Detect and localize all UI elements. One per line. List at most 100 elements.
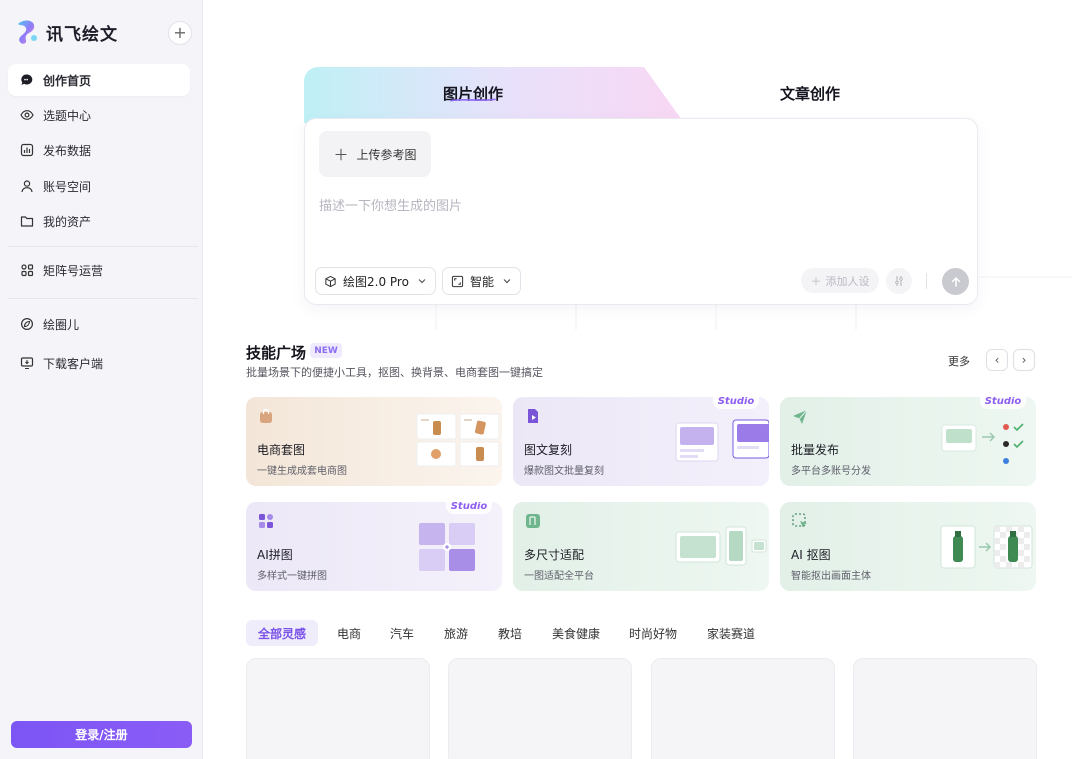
chat-bubble-icon xyxy=(20,73,34,87)
brand-name: 讯飞绘文 xyxy=(46,24,118,45)
circle-leaf-icon xyxy=(20,317,34,331)
ratio-label: 智能 xyxy=(470,274,495,289)
skill-card-batch-publish[interactable]: Studio 批量发布 多平台多账号分发 xyxy=(780,397,1036,486)
card-description: 多样式一键拼图 xyxy=(257,571,327,582)
sidebar-item-label: 账号空间 xyxy=(43,179,92,194)
toolbar-divider xyxy=(926,273,927,289)
sidebar-item-publish-data[interactable]: 发布数据 xyxy=(8,134,190,166)
chevron-down-icon xyxy=(418,279,426,284)
shopping-bag-icon xyxy=(260,408,272,423)
category-ecommerce[interactable]: 电商 xyxy=(325,620,373,646)
new-badge: NEW xyxy=(310,343,342,358)
category-home-decor[interactable]: 家装赛道 xyxy=(695,620,767,646)
send-button[interactable] xyxy=(942,268,969,295)
sidebar-item-my-assets[interactable]: 我的资产 xyxy=(8,205,190,237)
sidebar-item-label: 我的资产 xyxy=(43,214,92,229)
card-title: 批量发布 xyxy=(791,443,840,457)
folder-icon xyxy=(20,214,34,228)
inspiration-card[interactable] xyxy=(246,658,430,759)
brand[interactable]: 讯飞绘文 xyxy=(14,16,118,48)
skill-card-ai-cutout[interactable]: AI 抠图 智能抠出画面主体 xyxy=(780,502,1036,591)
sidebar-divider xyxy=(8,298,198,299)
prev-page-button[interactable]: ‹ xyxy=(986,349,1008,371)
document-play-icon xyxy=(528,409,538,423)
more-link[interactable]: 更多 xyxy=(948,353,970,369)
inspiration-card[interactable] xyxy=(853,658,1037,759)
card-description: 一图适配全平台 xyxy=(524,571,594,582)
category-food-health[interactable]: 美食健康 xyxy=(540,620,612,646)
category-all[interactable]: 全部灵感 xyxy=(246,620,319,646)
ai-collage-illustration xyxy=(419,523,475,571)
ai-cutout-illustration xyxy=(940,525,1033,569)
upload-reference-button[interactable]: ＋ 上传参考图 xyxy=(319,131,431,177)
sidebar-item-huiquan[interactable]: 绘圈儿 xyxy=(8,308,190,340)
sidebar-item-account-space[interactable]: 账号空间 xyxy=(8,170,190,202)
paper-plane-icon xyxy=(793,409,808,424)
grid-four-icon xyxy=(259,514,273,528)
card-description: 一键生成成套电商图 xyxy=(257,466,347,477)
card-title: 电商套图 xyxy=(257,443,306,457)
sidebar-item-topics[interactable]: 选题中心 xyxy=(8,99,190,131)
skill-card-multi-size[interactable]: 多尺寸适配 一图适配全平台 xyxy=(513,502,769,591)
ecommerce-set-illustration xyxy=(416,413,500,467)
arrow-up-icon xyxy=(951,276,960,287)
select-cursor-icon xyxy=(792,513,807,528)
studio-badge: Studio xyxy=(980,397,1026,409)
sidebar-item-label: 选题中心 xyxy=(43,108,92,123)
add-persona-button[interactable]: ＋ 添加人设 xyxy=(801,268,879,293)
skill-card-ecommerce-set[interactable]: 电商套图 一键生成成套电商图 xyxy=(246,397,502,486)
inspiration-card[interactable] xyxy=(448,658,632,759)
inspiration-card[interactable] xyxy=(651,658,835,759)
card-title: AI 抠图 xyxy=(791,548,831,562)
skills-subtitle: 批量场景下的便捷小工具，抠图、换背景、电商套图一键搞定 xyxy=(246,366,543,379)
ratio-select[interactable]: 智能 xyxy=(442,267,522,295)
sliders-icon xyxy=(895,276,903,286)
category-auto[interactable]: 汽车 xyxy=(378,620,426,646)
sidebar-item-download-client[interactable]: 下载客户端 xyxy=(8,347,190,379)
upload-label: 上传参考图 xyxy=(356,147,417,162)
card-title: 多尺寸适配 xyxy=(524,548,585,562)
user-icon xyxy=(20,179,34,193)
model-select[interactable]: 绘图2.0 Pro xyxy=(315,267,436,295)
sidebar-item-home[interactable]: 创作首页 xyxy=(8,64,190,96)
studio-badge: Studio xyxy=(713,397,759,409)
card-description: 爆款图文批量复刻 xyxy=(524,466,604,477)
category-travel[interactable]: 旅游 xyxy=(432,620,480,646)
chevron-right-icon: › xyxy=(1021,353,1027,367)
grid-nodes-icon xyxy=(20,263,34,277)
skill-card-ai-collage[interactable]: Studio AI拼图 多样式一键拼图 xyxy=(246,502,502,591)
category-education[interactable]: 教培 xyxy=(486,620,534,646)
card-description: 多平台多账号分发 xyxy=(791,466,871,477)
sidebar-item-label: 发布数据 xyxy=(43,143,92,158)
card-title: AI拼图 xyxy=(257,548,293,562)
sidebar: 讯飞绘文 + 创作首页 选题中心 发布数据 账号空间 我的资产 矩阵号运营 绘圈… xyxy=(0,0,203,759)
studio-badge: Studio xyxy=(446,502,492,514)
next-page-button[interactable]: › xyxy=(1013,349,1035,371)
sidebar-item-label: 矩阵号运营 xyxy=(43,263,104,278)
sidebar-item-label: 创作首页 xyxy=(43,73,92,88)
sidebar-divider xyxy=(8,246,198,247)
chevron-down-icon xyxy=(503,279,511,284)
persona-label: 添加人设 xyxy=(825,274,870,288)
prompt-input[interactable]: 描述一下你想生成的图片 xyxy=(319,195,462,214)
sidebar-item-matrix-ops[interactable]: 矩阵号运营 xyxy=(8,254,190,286)
monitor-download-icon xyxy=(20,356,34,370)
sidebar-item-label: 下载客户端 xyxy=(43,356,104,371)
prompt-composer: ＋ 上传参考图 描述一下你想生成的图片 绘图2.0 Pro 智能 ＋ 添加人设 xyxy=(304,118,978,305)
login-register-button[interactable]: 登录/注册 xyxy=(11,721,192,748)
tab-article-creation[interactable]: 文章创作 xyxy=(780,83,840,104)
multi-size-illustration xyxy=(675,526,767,566)
skills-title: 技能广场 xyxy=(246,344,307,362)
graphic-replicate-illustration xyxy=(675,419,769,462)
model-label: 绘图2.0 Pro xyxy=(343,274,409,289)
category-fashion[interactable]: 时尚好物 xyxy=(617,620,689,646)
card-description: 智能抠出画面主体 xyxy=(791,571,871,582)
settings-sliders-button[interactable] xyxy=(886,268,912,294)
new-chat-button[interactable]: + xyxy=(168,21,192,45)
batch-publish-illustration xyxy=(941,423,1024,464)
card-title: 图文复刻 xyxy=(524,443,573,457)
skill-card-graphic-replicate[interactable]: Studio 图文复刻 爆款图文批量复刻 xyxy=(513,397,769,486)
sidebar-item-label: 绘圈儿 xyxy=(43,317,80,332)
bar-chart-icon xyxy=(20,143,34,157)
eye-icon xyxy=(20,108,34,122)
